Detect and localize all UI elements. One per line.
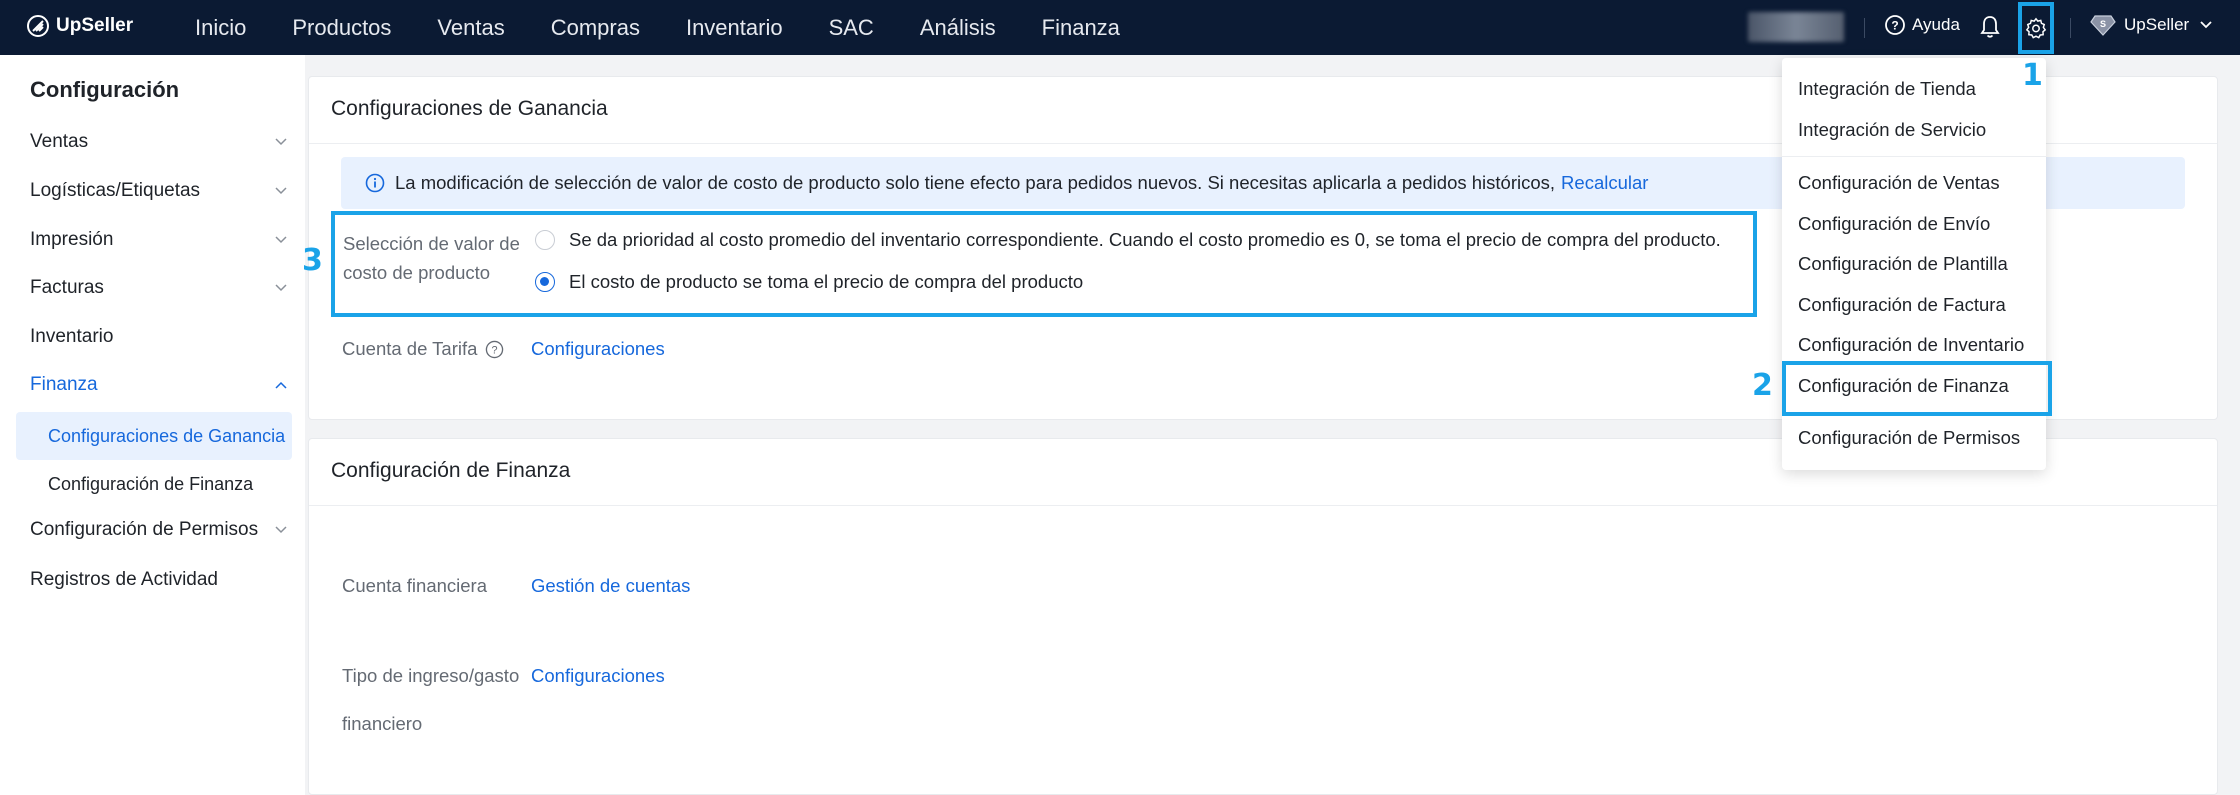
nav-sac[interactable]: SAC	[806, 0, 897, 55]
sidebar-item-logisticas[interactable]: Logísticas/Etiquetas	[30, 180, 288, 202]
sidebar-item-facturas[interactable]: Facturas	[30, 277, 288, 299]
chevron-up-icon	[275, 381, 287, 389]
nav-inicio[interactable]: Inicio	[172, 0, 269, 55]
annotation-step-3: 3	[302, 243, 323, 278]
main-nav: Inicio Productos Ventas Compras Inventar…	[172, 0, 1143, 55]
user-name: UpSeller	[2124, 15, 2190, 34]
chevron-down-icon	[275, 138, 287, 146]
divider	[1864, 18, 1865, 38]
sidebar-item-label: Logísticas/Etiquetas	[30, 180, 201, 201]
nav-compras[interactable]: Compras	[528, 0, 663, 55]
svg-text:S: S	[2100, 19, 2106, 29]
sidebar-subitem-ganancia[interactable]: Configuraciones de Ganancia	[16, 412, 292, 460]
nav-analisis[interactable]: Análisis	[897, 0, 1019, 55]
sidebar-title: Configuración	[30, 77, 180, 102]
sidebar-item-permisos[interactable]: Configuración de Permisos	[30, 519, 288, 541]
upseller-logo[interactable]: UpSeller	[26, 14, 133, 38]
menu-item-config-permisos[interactable]: Configuración de Permisos	[1798, 427, 2020, 449]
gear-icon	[2025, 17, 2047, 39]
info-icon	[365, 173, 385, 193]
tarifa-label-group: Cuenta de Tarifa ?	[342, 338, 504, 360]
sidebar-item-label: Ventas	[30, 131, 89, 152]
sidebar-item-impresion[interactable]: Impresión	[30, 229, 288, 251]
tarifa-label: Cuenta de Tarifa	[342, 338, 478, 359]
annotation-highlight-box	[1782, 361, 2052, 416]
divider	[2070, 18, 2071, 38]
sidebar-item-registros[interactable]: Registros de Actividad	[30, 569, 288, 591]
sidebar-item-ventas[interactable]: Ventas	[30, 131, 288, 153]
help-label: Ayuda	[1912, 15, 1960, 34]
brand-name: UpSeller	[56, 15, 134, 36]
sidebar-item-label: Impresión	[30, 229, 114, 250]
diamond-badge-icon: S	[2090, 15, 2116, 36]
recalcular-link[interactable]: Recalcular	[1561, 172, 1648, 194]
menu-item-config-plantilla[interactable]: Configuración de Plantilla	[1798, 253, 2008, 275]
finance-settings-card: Configuración de Finanza Cuenta financie…	[308, 438, 2218, 795]
option-label: Se da prioridad al costo promedio del in…	[569, 229, 1721, 250]
bell-icon	[1980, 16, 2000, 38]
menu-item-config-factura[interactable]: Configuración de Factura	[1798, 294, 2006, 316]
svg-text:?: ?	[1891, 19, 1898, 33]
chevron-down-icon	[275, 284, 287, 292]
tipo-ingreso-label: Tipo de ingreso/gasto	[342, 665, 520, 686]
radio-unchecked[interactable]	[535, 230, 555, 250]
help-button[interactable]: ? Ayuda	[1884, 14, 1960, 36]
annotation-step-1: 1	[2022, 58, 2043, 93]
question-circle-icon[interactable]: ?	[485, 340, 504, 359]
settings-button[interactable]	[2018, 2, 2054, 54]
cost-selection-group: Selección de valor de costo de producto …	[331, 211, 1757, 317]
chevron-down-icon	[275, 236, 287, 244]
sidebar-item-label: Inventario	[30, 326, 114, 347]
divider	[309, 505, 2217, 506]
upseller-logo-icon	[27, 15, 49, 37]
nav-finanza[interactable]: Finanza	[1019, 0, 1143, 55]
nav-productos[interactable]: Productos	[269, 0, 414, 55]
sidebar-item-label: Configuración de Permisos	[30, 519, 259, 540]
menu-item-integracion-tienda[interactable]: Integración de Tienda	[1798, 78, 1976, 100]
sidebar: Configuración Ventas Logísticas/Etiqueta…	[0, 55, 305, 795]
sidebar-item-inventario[interactable]: Inventario	[30, 326, 288, 348]
divider	[1782, 156, 2046, 157]
option-label: El costo de producto se toma el precio d…	[569, 271, 1084, 292]
blurred-account-info	[1748, 12, 1844, 42]
radio-checked[interactable]	[535, 272, 555, 292]
cost-option-average[interactable]: Se da prioridad al costo promedio del in…	[535, 229, 1721, 251]
card-title: Configuración de Finanza	[331, 459, 571, 482]
cuenta-financiera-label: Cuenta financiera	[342, 575, 488, 596]
user-menu[interactable]: S UpSeller	[2090, 14, 2213, 36]
card-title: Configuraciones de Ganancia	[331, 97, 608, 120]
tipo-ingreso-label-cont: financiero	[342, 713, 423, 734]
sidebar-item-label: Finanza	[30, 374, 98, 395]
annotation-step-2: 2	[1752, 368, 1773, 403]
menu-item-integracion-servicio[interactable]: Integración de Servicio	[1798, 119, 1986, 141]
sidebar-item-finanza[interactable]: Finanza	[30, 374, 288, 396]
sidebar-subitem-finanza[interactable]: Configuración de Finanza	[16, 460, 292, 508]
question-circle-icon: ?	[1885, 15, 1905, 35]
sidebar-item-label: Registros de Actividad	[30, 569, 218, 590]
nav-ventas[interactable]: Ventas	[414, 0, 527, 55]
gestion-cuentas-link[interactable]: Gestión de cuentas	[531, 575, 690, 597]
menu-item-config-envio[interactable]: Configuración de Envío	[1798, 213, 1990, 235]
nav-inventario[interactable]: Inventario	[663, 0, 806, 55]
tipo-configuraciones-link[interactable]: Configuraciones	[531, 665, 665, 687]
cost-option-purchase-price[interactable]: El costo de producto se toma el precio d…	[535, 271, 1083, 293]
cost-selection-label: Selección de valor de costo de producto	[343, 233, 520, 283]
notifications-button[interactable]	[1980, 15, 2000, 44]
chevron-down-icon	[275, 187, 287, 195]
sidebar-item-label: Facturas	[30, 277, 104, 298]
tarifa-configuraciones-link[interactable]: Configuraciones	[531, 338, 665, 360]
menu-item-config-inventario[interactable]: Configuración de Inventario	[1798, 334, 2024, 356]
notice-text: La modificación de selección de valor de…	[395, 172, 1556, 193]
svg-text:?: ?	[492, 344, 498, 356]
chevron-down-icon	[275, 526, 287, 534]
menu-item-config-ventas[interactable]: Configuración de Ventas	[1798, 172, 2000, 194]
chevron-down-icon	[2200, 21, 2212, 29]
